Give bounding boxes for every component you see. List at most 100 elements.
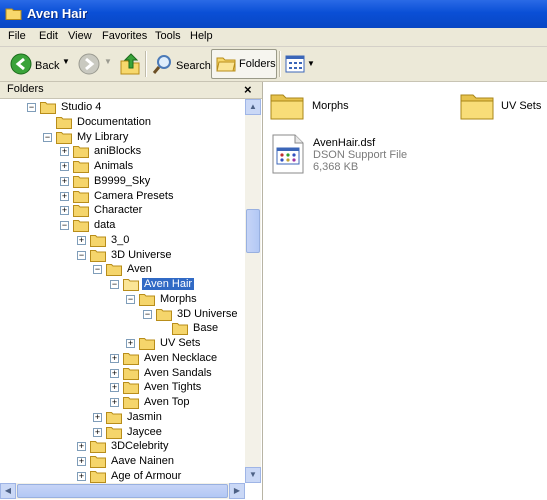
expand-icon[interactable]: + — [77, 235, 86, 245]
back-dropdown-icon[interactable]: ▼ — [62, 57, 70, 66]
back-arrow-icon — [10, 53, 32, 75]
expand-icon[interactable]: + — [126, 339, 135, 348]
folder-icon — [56, 131, 72, 144]
expand-icon[interactable]: + — [77, 457, 86, 466]
back-label: Back — [35, 60, 60, 72]
tree-item-label: UV Sets — [160, 337, 201, 349]
back-button[interactable]: Back — [8, 50, 68, 78]
tree-item-label: Aven Top — [144, 396, 190, 408]
folders-label: Folders — [239, 58, 276, 70]
menu-help[interactable]: Help — [190, 30, 213, 42]
collapse-icon[interactable]: − — [143, 309, 152, 319]
folders-pane-header: Folders × — [0, 82, 262, 99]
folder-icon — [73, 161, 89, 173]
search-button[interactable]: Search — [150, 50, 211, 78]
expand-icon[interactable]: + — [93, 427, 102, 437]
expand-icon[interactable]: + — [110, 398, 119, 407]
folder-morphs[interactable]: Morphs — [312, 100, 349, 112]
folder-icon[interactable] — [460, 90, 494, 120]
close-icon[interactable]: × — [244, 82, 252, 97]
title-bar[interactable]: Aven Hair — [0, 0, 547, 28]
expand-icon[interactable]: + — [93, 412, 102, 422]
collapse-icon[interactable]: − — [77, 250, 86, 260]
folders-button[interactable]: Folders — [211, 49, 277, 79]
expand-icon[interactable]: + — [60, 162, 69, 171]
scroll-right-icon[interactable]: ▶ — [229, 483, 245, 499]
tree-item-label: Jasmin — [127, 410, 162, 423]
expand-icon[interactable]: + — [110, 368, 119, 378]
collapse-icon[interactable]: − — [126, 294, 135, 304]
expand-icon[interactable]: + — [60, 206, 69, 216]
folder-icon — [56, 116, 72, 129]
forward-arrow-icon[interactable] — [78, 53, 100, 75]
scroll-left-icon[interactable]: ◀ — [0, 483, 16, 499]
folder-icon — [90, 441, 106, 454]
tree-item-label: B9999_Sky — [94, 174, 151, 187]
folder-icon — [123, 382, 139, 395]
folder-icon — [106, 264, 122, 277]
collapse-icon[interactable]: − — [93, 265, 102, 275]
menu-tools[interactable]: Tools — [155, 30, 181, 42]
collapse-icon[interactable]: − — [110, 280, 119, 289]
folder-icon — [73, 175, 89, 188]
tree-item-label: 3D Universe — [177, 307, 238, 320]
expand-icon[interactable]: + — [60, 176, 69, 186]
tree-item-label: Character — [94, 204, 143, 217]
expand-icon[interactable]: + — [110, 353, 119, 363]
folder-icon — [106, 411, 122, 424]
menu-edit[interactable]: Edit — [39, 30, 58, 42]
tree-item-label: Aven Tights — [144, 381, 202, 394]
collapse-icon[interactable]: − — [60, 221, 69, 230]
tree-item-label: Aven — [127, 263, 152, 276]
tree-item-label: Base — [193, 322, 219, 335]
menu-bar: File Edit View Favorites Tools Help — [0, 28, 547, 47]
menu-view[interactable]: View — [68, 30, 92, 42]
folder-icon — [156, 308, 172, 321]
scroll-thumb-horizontal[interactable] — [17, 484, 228, 498]
content-pane: Morphs UV Sets AvenHair.dsf DSON Support… — [263, 82, 547, 500]
tree-vertical-scrollbar[interactable]: ▲ ▼ — [245, 99, 261, 483]
dson-file-icon[interactable] — [271, 134, 305, 174]
tree-item-label: aniBlocks — [94, 145, 142, 158]
folders-pane-title: Folders — [7, 83, 44, 95]
window-title: Aven Hair — [27, 6, 88, 21]
up-folder-icon[interactable] — [119, 52, 141, 76]
menu-favorites[interactable]: Favorites — [102, 30, 147, 42]
collapse-icon[interactable]: − — [27, 103, 36, 112]
views-icon[interactable] — [285, 55, 305, 73]
file-name[interactable]: AvenHair.dsf — [313, 137, 375, 149]
tree-item-label: Jaycee — [127, 425, 162, 438]
file-size: 6,368 KB — [313, 161, 359, 173]
folder-icon — [73, 146, 89, 159]
expand-icon[interactable]: + — [77, 442, 86, 452]
scroll-down-icon[interactable]: ▼ — [245, 467, 261, 483]
folder-icon — [90, 470, 106, 483]
tree-item-label: Studio 4 — [61, 101, 102, 113]
folder-icon — [73, 205, 89, 218]
scroll-up-icon[interactable]: ▲ — [245, 99, 261, 115]
folders-icon — [216, 57, 236, 72]
folder-icon — [90, 456, 106, 468]
expand-icon[interactable]: + — [77, 471, 86, 481]
tree-item-label: Aven Necklace — [144, 351, 218, 364]
tree-item-label: Aave Nainen — [111, 455, 174, 467]
folder-icon — [123, 367, 139, 380]
views-dropdown-icon[interactable]: ▼ — [307, 59, 315, 68]
folder-icon — [73, 190, 89, 203]
tree-item-label: 3D Universe — [111, 248, 172, 261]
menu-file[interactable]: File — [8, 30, 26, 42]
folder-icon — [90, 249, 106, 262]
folder-uv-sets[interactable]: UV Sets — [501, 100, 541, 112]
collapse-icon[interactable]: − — [43, 132, 52, 142]
forward-dropdown-icon[interactable]: ▼ — [104, 57, 112, 66]
search-label: Search — [176, 60, 211, 72]
expand-icon[interactable]: + — [110, 383, 119, 393]
folder-icon[interactable] — [270, 90, 304, 120]
expand-icon[interactable]: + — [60, 191, 69, 201]
folders-pane: Folders × − Studio 4 Documentation − My Libr… — [0, 82, 263, 500]
folder-icon — [139, 338, 155, 350]
expand-icon[interactable]: + — [60, 147, 69, 157]
tree-item-label: 3DCelebrity — [111, 440, 169, 453]
scroll-thumb[interactable] — [246, 209, 260, 253]
tree-horizontal-scrollbar[interactable]: ◀ ▶ — [0, 483, 245, 499]
